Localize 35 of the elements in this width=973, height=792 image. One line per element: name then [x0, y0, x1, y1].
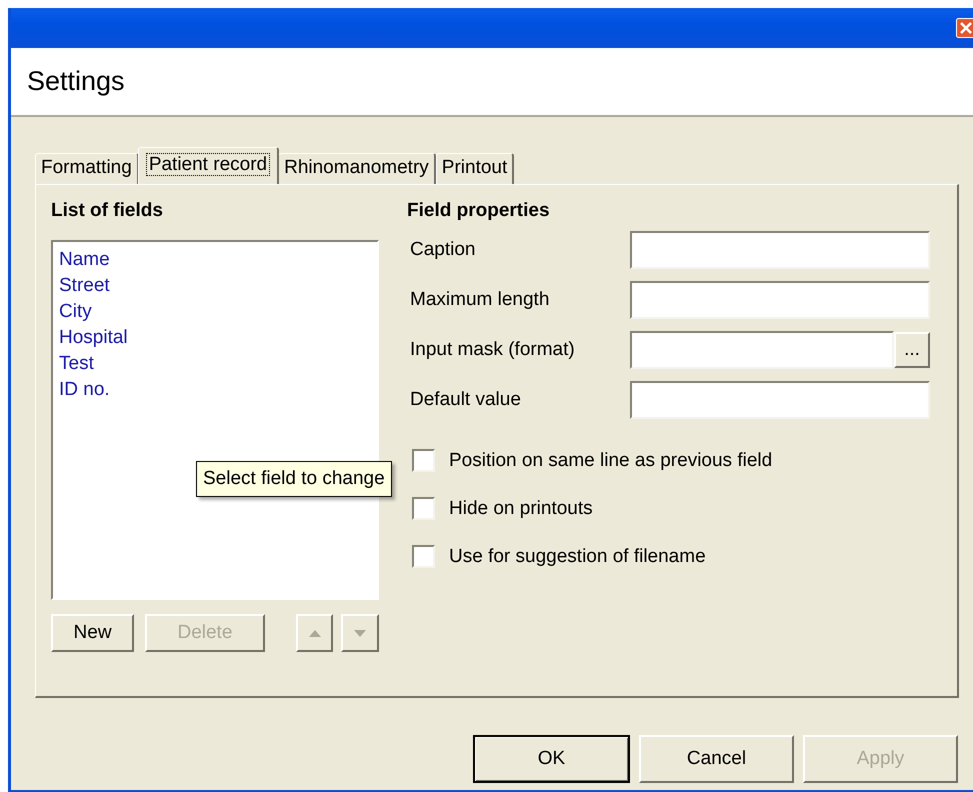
tooltip: Select field to change — [196, 461, 392, 497]
section-title: List of fields — [51, 200, 164, 223]
browse-button[interactable]: ... — [894, 332, 930, 368]
down-arrow-icon — [354, 630, 366, 636]
checkbox[interactable] — [412, 449, 435, 472]
field-label: Default value — [409, 388, 522, 410]
list-item[interactable]: ID no. — [59, 377, 110, 403]
list-item[interactable]: City — [59, 299, 92, 325]
section-title: Field properties — [407, 200, 551, 223]
checkbox-label: Hide on printouts — [449, 498, 593, 520]
tab[interactable]: Patient record — [138, 147, 280, 184]
ok-button[interactable]: OK — [473, 735, 630, 783]
field-label: Maximum length — [409, 288, 550, 310]
cancel-button[interactable]: Cancel — [639, 735, 794, 783]
checkbox-label: Use for suggestion of filename — [449, 546, 706, 568]
field-label: Caption — [409, 238, 476, 260]
new-button[interactable]: New — [51, 614, 134, 652]
close-icon[interactable] — [956, 18, 973, 38]
list-item[interactable]: Hospital — [59, 325, 128, 351]
tab[interactable]: Rhinomanometry — [278, 153, 436, 184]
checkbox[interactable] — [412, 545, 435, 568]
list-item[interactable]: Test — [59, 351, 94, 377]
list-item[interactable]: Name — [59, 247, 110, 273]
dialog-heading: Settings — [27, 66, 125, 97]
tab[interactable]: Formatting — [35, 153, 139, 184]
input-field[interactable] — [630, 280, 930, 318]
checkbox-label: Position on same line as previous field — [449, 450, 772, 472]
input-field[interactable] — [630, 330, 894, 368]
field-label: Input mask (format) — [409, 338, 576, 360]
checkbox[interactable] — [412, 497, 435, 520]
list-item[interactable]: Street — [59, 273, 110, 299]
tab[interactable]: Printout — [436, 153, 514, 184]
up-arrow-icon — [308, 630, 321, 636]
input-field[interactable] — [630, 230, 930, 268]
input-field[interactable] — [630, 380, 930, 418]
